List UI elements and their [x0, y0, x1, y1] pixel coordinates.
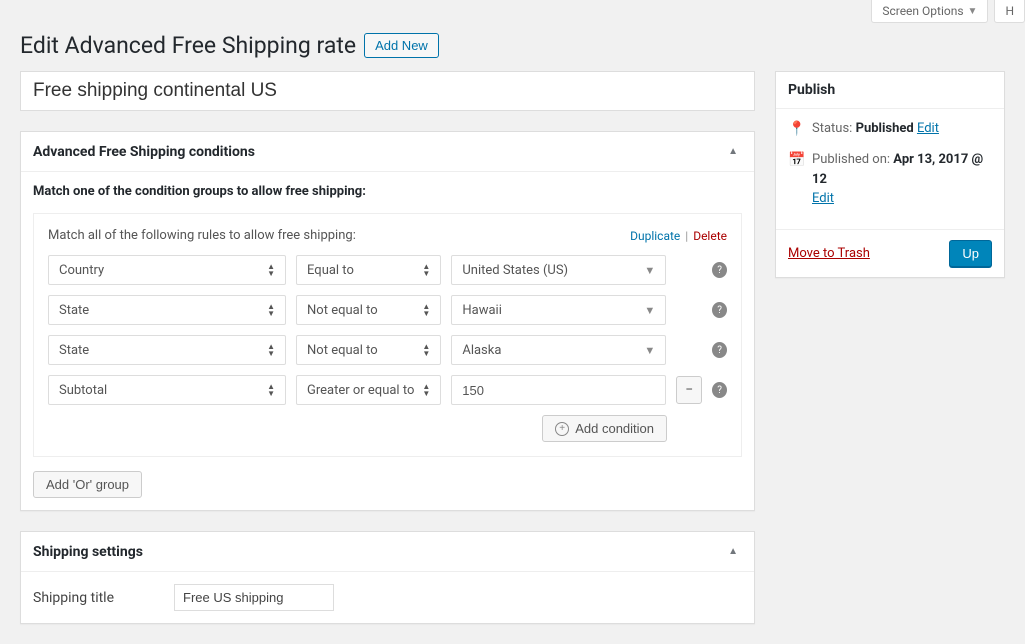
chevron-down-icon: ▼ [644, 304, 655, 317]
shipping-title-input[interactable] [174, 584, 334, 611]
rule-field-select[interactable]: Subtotal ▲▼ [48, 375, 286, 405]
shipping-settings-postbox: Shipping settings ▲ Shipping title [20, 531, 755, 624]
rule-field-value: State [59, 303, 89, 318]
help-icon[interactable]: ? [712, 382, 727, 398]
add-new-button[interactable]: Add New [364, 33, 439, 58]
publish-heading: Publish [788, 82, 835, 98]
post-title-input[interactable] [20, 71, 755, 111]
sort-icon: ▲▼ [267, 263, 275, 277]
calendar-icon: 📅 [788, 150, 804, 171]
sort-icon: ▲▼ [422, 263, 430, 277]
sort-icon: ▲▼ [422, 383, 430, 397]
rule-field-select[interactable]: State ▲▼ [48, 335, 286, 365]
help-icon[interactable]: ? [712, 342, 727, 358]
rule-operator-select[interactable]: Equal to ▲▼ [296, 255, 441, 285]
help-toggle[interactable]: H [994, 0, 1025, 23]
rule-operator-value: Not equal to [307, 303, 378, 318]
update-button[interactable]: Up [949, 240, 992, 267]
rule-row: Country ▲▼ Equal to ▲▼ United States (US… [48, 255, 727, 285]
remove-rule-button[interactable]: − [676, 376, 702, 404]
edit-status-link[interactable]: Edit [917, 121, 939, 136]
rule-operator-value: Not equal to [307, 343, 378, 358]
separator: | [685, 229, 688, 243]
rule-operator-value: Greater or equal to [307, 383, 414, 398]
group-actions: Duplicate | Delete [630, 229, 727, 243]
conditions-heading: Advanced Free Shipping conditions [33, 144, 255, 160]
collapse-toggle-icon[interactable]: ▲ [724, 142, 742, 161]
chevron-down-icon: ▼ [644, 344, 655, 357]
sort-icon: ▲▼ [422, 343, 430, 357]
group-description: Match all of the following rules to allo… [48, 228, 356, 243]
rule-field-value: Subtotal [59, 383, 107, 398]
rule-value-input-wrap [451, 375, 666, 405]
help-label: H [1005, 4, 1014, 18]
rule-operator-select[interactable]: Not equal to ▲▼ [296, 295, 441, 325]
screen-options-toggle[interactable]: Screen Options ▼ [871, 0, 988, 23]
pin-icon: 📍 [788, 119, 804, 140]
condition-group: Match all of the following rules to allo… [33, 213, 742, 457]
rule-field-select[interactable]: Country ▲▼ [48, 255, 286, 285]
rule-row: Subtotal ▲▼ Greater or equal to ▲▼ − ? [48, 375, 727, 405]
help-icon[interactable]: ? [712, 302, 727, 318]
rule-field-value: Country [59, 263, 104, 278]
help-icon[interactable]: ? [712, 262, 727, 278]
rule-value: Alaska [462, 343, 501, 358]
published-on-label: Published on: [812, 152, 890, 167]
rule-value-select[interactable]: United States (US) ▼ [451, 255, 666, 285]
conditions-intro: Match one of the condition groups to all… [33, 184, 742, 199]
chevron-down-icon: ▼ [968, 6, 978, 17]
duplicate-group-link[interactable]: Duplicate [630, 229, 680, 243]
plus-icon: + [555, 422, 569, 436]
rule-value-select[interactable]: Alaska ▼ [451, 335, 666, 365]
collapse-toggle-icon[interactable]: ▲ [724, 542, 742, 561]
rule-row: State ▲▼ Not equal to ▲▼ Hawaii ▼ ? [48, 295, 727, 325]
add-or-group-button[interactable]: Add 'Or' group [33, 471, 142, 498]
rule-row: State ▲▼ Not equal to ▲▼ Alaska ▼ ? [48, 335, 727, 365]
add-condition-label: Add condition [575, 421, 654, 436]
page-title: Edit Advanced Free Shipping rate [20, 32, 356, 59]
chevron-down-icon: ▼ [644, 264, 655, 277]
rule-operator-value: Equal to [307, 263, 354, 278]
rule-operator-select[interactable]: Not equal to ▲▼ [296, 335, 441, 365]
shipping-settings-heading: Shipping settings [33, 544, 143, 560]
rule-field-value: State [59, 343, 89, 358]
status-value: Published [856, 121, 914, 136]
rule-operator-select[interactable]: Greater or equal to ▲▼ [296, 375, 441, 405]
edit-date-link[interactable]: Edit [812, 191, 834, 206]
publish-postbox: Publish 📍 Status: Published Edit 📅 Publi… [775, 71, 1005, 278]
rule-value-select[interactable]: Hawaii ▼ [451, 295, 666, 325]
sort-icon: ▲▼ [267, 343, 275, 357]
move-to-trash-link[interactable]: Move to Trash [788, 246, 870, 261]
screen-options-label: Screen Options [882, 4, 963, 18]
sort-icon: ▲▼ [267, 303, 275, 317]
rule-field-select[interactable]: State ▲▼ [48, 295, 286, 325]
rule-value: United States (US) [462, 263, 568, 278]
sort-icon: ▲▼ [422, 303, 430, 317]
rule-value-input[interactable] [462, 376, 655, 404]
delete-group-link[interactable]: Delete [693, 229, 727, 243]
status-label: Status: [812, 121, 852, 136]
shipping-title-label: Shipping title [33, 590, 114, 606]
add-condition-button[interactable]: + Add condition [542, 415, 667, 442]
sort-icon: ▲▼ [267, 383, 275, 397]
rule-value: Hawaii [462, 303, 502, 318]
conditions-postbox: Advanced Free Shipping conditions ▲ Matc… [20, 131, 755, 511]
